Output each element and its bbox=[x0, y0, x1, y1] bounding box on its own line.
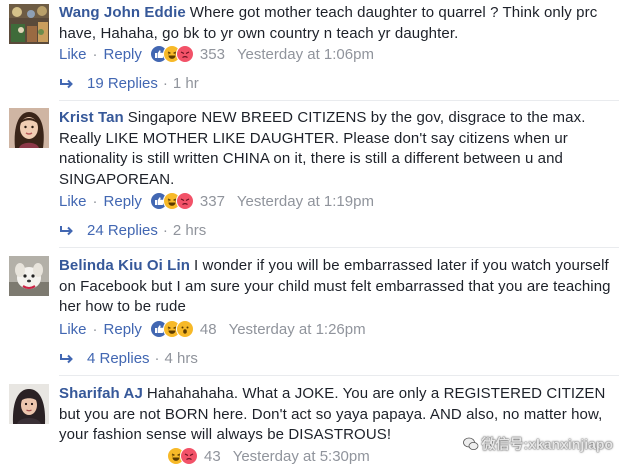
avatar[interactable] bbox=[9, 4, 49, 44]
reply-button[interactable]: Reply bbox=[104, 193, 142, 210]
comment-author[interactable]: Wang John Eddie bbox=[59, 4, 186, 21]
reactions[interactable]: 43 bbox=[167, 447, 221, 465]
comment-body: Krist Tan Singapore NEW BREED CITIZENS by… bbox=[59, 108, 611, 190]
avatar[interactable] bbox=[9, 384, 49, 424]
view-replies-link[interactable]: 24 Replies · 2 hrs bbox=[59, 222, 206, 239]
timestamp[interactable]: Yesterday at 1:06pm bbox=[237, 46, 374, 63]
reply-arrow-icon bbox=[60, 225, 73, 235]
reactions[interactable]: 353 bbox=[149, 45, 225, 63]
comment-actions: 43 Yesterday at 5:30pm bbox=[167, 447, 370, 465]
avatar[interactable] bbox=[9, 256, 49, 296]
separator: · bbox=[92, 45, 98, 63]
comment-actions: Like · Reply 353 Yesterday at 1:06pm bbox=[59, 45, 374, 63]
wechat-icon bbox=[462, 437, 478, 450]
separator: · bbox=[92, 192, 98, 210]
replies-time: 1 hr bbox=[172, 75, 199, 92]
comment-author[interactable]: Belinda Kiu Oi Lin bbox=[59, 257, 190, 274]
separator: · bbox=[154, 350, 160, 367]
comment-body: Wang John Eddie Where got mother teach da… bbox=[59, 3, 611, 44]
comment-actions: Like · Reply 337 Yesterday at 1:19pm bbox=[59, 192, 374, 210]
comment-author[interactable]: Krist Tan bbox=[59, 109, 124, 126]
angry-reaction-icon bbox=[175, 192, 194, 210]
angry-reaction-icon bbox=[175, 45, 194, 63]
like-button[interactable]: Like bbox=[59, 193, 87, 210]
divider bbox=[59, 100, 619, 101]
view-replies-link[interactable]: 4 Replies · 4 hrs bbox=[59, 350, 198, 367]
replies-time: 4 hrs bbox=[164, 350, 198, 367]
replies-count[interactable]: 4 Replies bbox=[87, 350, 150, 367]
replies-count[interactable]: 19 Replies bbox=[87, 75, 158, 92]
timestamp[interactable]: Yesterday at 1:19pm bbox=[237, 193, 374, 210]
watermark-text: 微信号:xkanxinjiapo bbox=[481, 436, 613, 452]
view-replies-link[interactable]: 19 Replies · 1 hr bbox=[59, 75, 199, 92]
like-button[interactable]: Like bbox=[59, 321, 87, 338]
divider bbox=[59, 375, 619, 376]
timestamp[interactable]: Yesterday at 1:26pm bbox=[229, 321, 366, 338]
reply-arrow-icon bbox=[60, 353, 73, 363]
comment-body: Belinda Kiu Oi Lin I wonder if you will b… bbox=[59, 256, 611, 318]
reaction-count: 48 bbox=[199, 320, 217, 338]
separator: · bbox=[162, 75, 168, 92]
reactions[interactable]: 48 bbox=[149, 320, 217, 338]
replies-count[interactable]: 24 Replies bbox=[87, 222, 158, 239]
comment-text: Singapore NEW BREED CITIZENS by the gov,… bbox=[59, 109, 586, 188]
angry-reaction-icon bbox=[180, 447, 198, 465]
reply-button[interactable]: Reply bbox=[104, 46, 142, 63]
like-button[interactable]: Like bbox=[59, 46, 87, 63]
reaction-count: 353 bbox=[199, 45, 225, 63]
comment-author[interactable]: Sharifah AJ bbox=[59, 385, 143, 402]
reply-arrow-icon bbox=[60, 78, 73, 88]
avatar[interactable] bbox=[9, 108, 49, 148]
wow-reaction-icon bbox=[175, 320, 194, 338]
replies-time: 2 hrs bbox=[172, 222, 207, 239]
comment-actions: Like · Reply 48 Yesterday at 1:26pm bbox=[59, 320, 366, 338]
separator: · bbox=[92, 320, 98, 338]
reply-button[interactable]: Reply bbox=[104, 321, 142, 338]
separator: · bbox=[162, 222, 168, 239]
watermark: 微信号:xkanxinjiapo bbox=[462, 434, 613, 454]
divider bbox=[59, 247, 619, 248]
reactions[interactable]: 337 bbox=[149, 192, 225, 210]
reaction-count: 337 bbox=[199, 192, 225, 210]
